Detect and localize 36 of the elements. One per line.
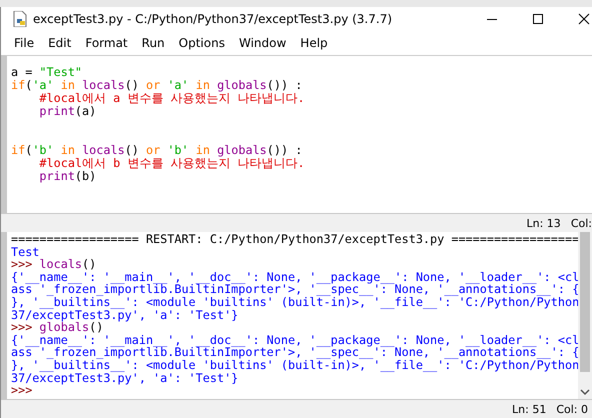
code-line: #local에서 b 변수를 사용했는지 나타냅니다. bbox=[38, 157, 306, 170]
code-line: >>> bbox=[11, 384, 32, 397]
line-number: Ln: 51 bbox=[512, 402, 546, 416]
code-line: a = "Test" bbox=[11, 66, 84, 79]
column-number: Col: bbox=[570, 216, 592, 230]
maximize-icon bbox=[532, 13, 544, 25]
code-line: print(a) bbox=[38, 105, 98, 118]
python-file-icon bbox=[13, 11, 27, 27]
code-line: print(b) bbox=[38, 170, 98, 183]
window-title: exceptTest3.py - C:/Python/Python37/exceptTest3.py (3.7.7) bbox=[33, 12, 394, 26]
code-line: Test bbox=[11, 246, 40, 258]
menu-item[interactable]: Edit bbox=[41, 36, 78, 50]
menu-item[interactable]: Window bbox=[232, 36, 294, 50]
column-number: Col: 0 bbox=[556, 402, 588, 416]
code-line: >>> locals() bbox=[11, 258, 98, 271]
code-line: {'__name__': '__main__', '__doc__': None, '__package__': None, '__loader__': <cl bbox=[11, 270, 578, 284]
code-line: ass '_frozen_importlib.BuiltinImporter'>, '__spec__': None, '__annotations__': { bbox=[11, 283, 578, 296]
code-line: }, '__builtins__': <module 'builtins' (built-in)>, '__file__': 'C:/Python/Python bbox=[11, 358, 578, 372]
menu-item[interactable]: Options bbox=[172, 36, 232, 50]
scrollbar[interactable] bbox=[578, 232, 592, 399]
menu-item[interactable]: Help bbox=[293, 36, 335, 50]
code-line: ass '_frozen_importlib.BuiltinImporter'>, '__spec__': None, '__annotations__': { bbox=[11, 346, 578, 359]
code-line: >>> globals() bbox=[11, 321, 104, 334]
menu-item[interactable]: File bbox=[7, 36, 42, 50]
close-icon bbox=[578, 13, 590, 25]
code-line: }, '__builtins__': <module 'builtins' (built-in)>, '__file__': 'C:/Python/Python bbox=[11, 296, 578, 309]
menu-item[interactable]: Format bbox=[78, 36, 135, 50]
code-line: {'__name__': '__main__', '__doc__': None, '__package__': None, '__loader__': <cl bbox=[11, 334, 578, 346]
code-line: #local에서 a 변수를 사용했는지 나타냅니다. bbox=[38, 92, 306, 105]
code-line: if('b' in locals() or 'b' in globals()) : bbox=[11, 144, 304, 157]
code-line: 37/exceptTest3.py', 'a': 'Test'} bbox=[11, 372, 240, 384]
menu-item[interactable]: Run bbox=[134, 36, 172, 50]
code-editor[interactable]: a = "Test" if('a' in locals() or 'a' in globals()) : #local에서 a 변수를 사용했는지 나타냅니다. print(a) if('b' in locals() or 'b' in globals()) : #local에서 b 변수를 사용했는지 나타냅니다. print(b) bbox=[1, 55, 592, 213]
code-line: 37/exceptTest3.py', 'a': 'Test'} bbox=[11, 308, 240, 322]
code-line: if('a' in locals() or 'a' in globals()) : bbox=[11, 79, 304, 92]
line-number: Ln: 13 bbox=[526, 216, 561, 230]
